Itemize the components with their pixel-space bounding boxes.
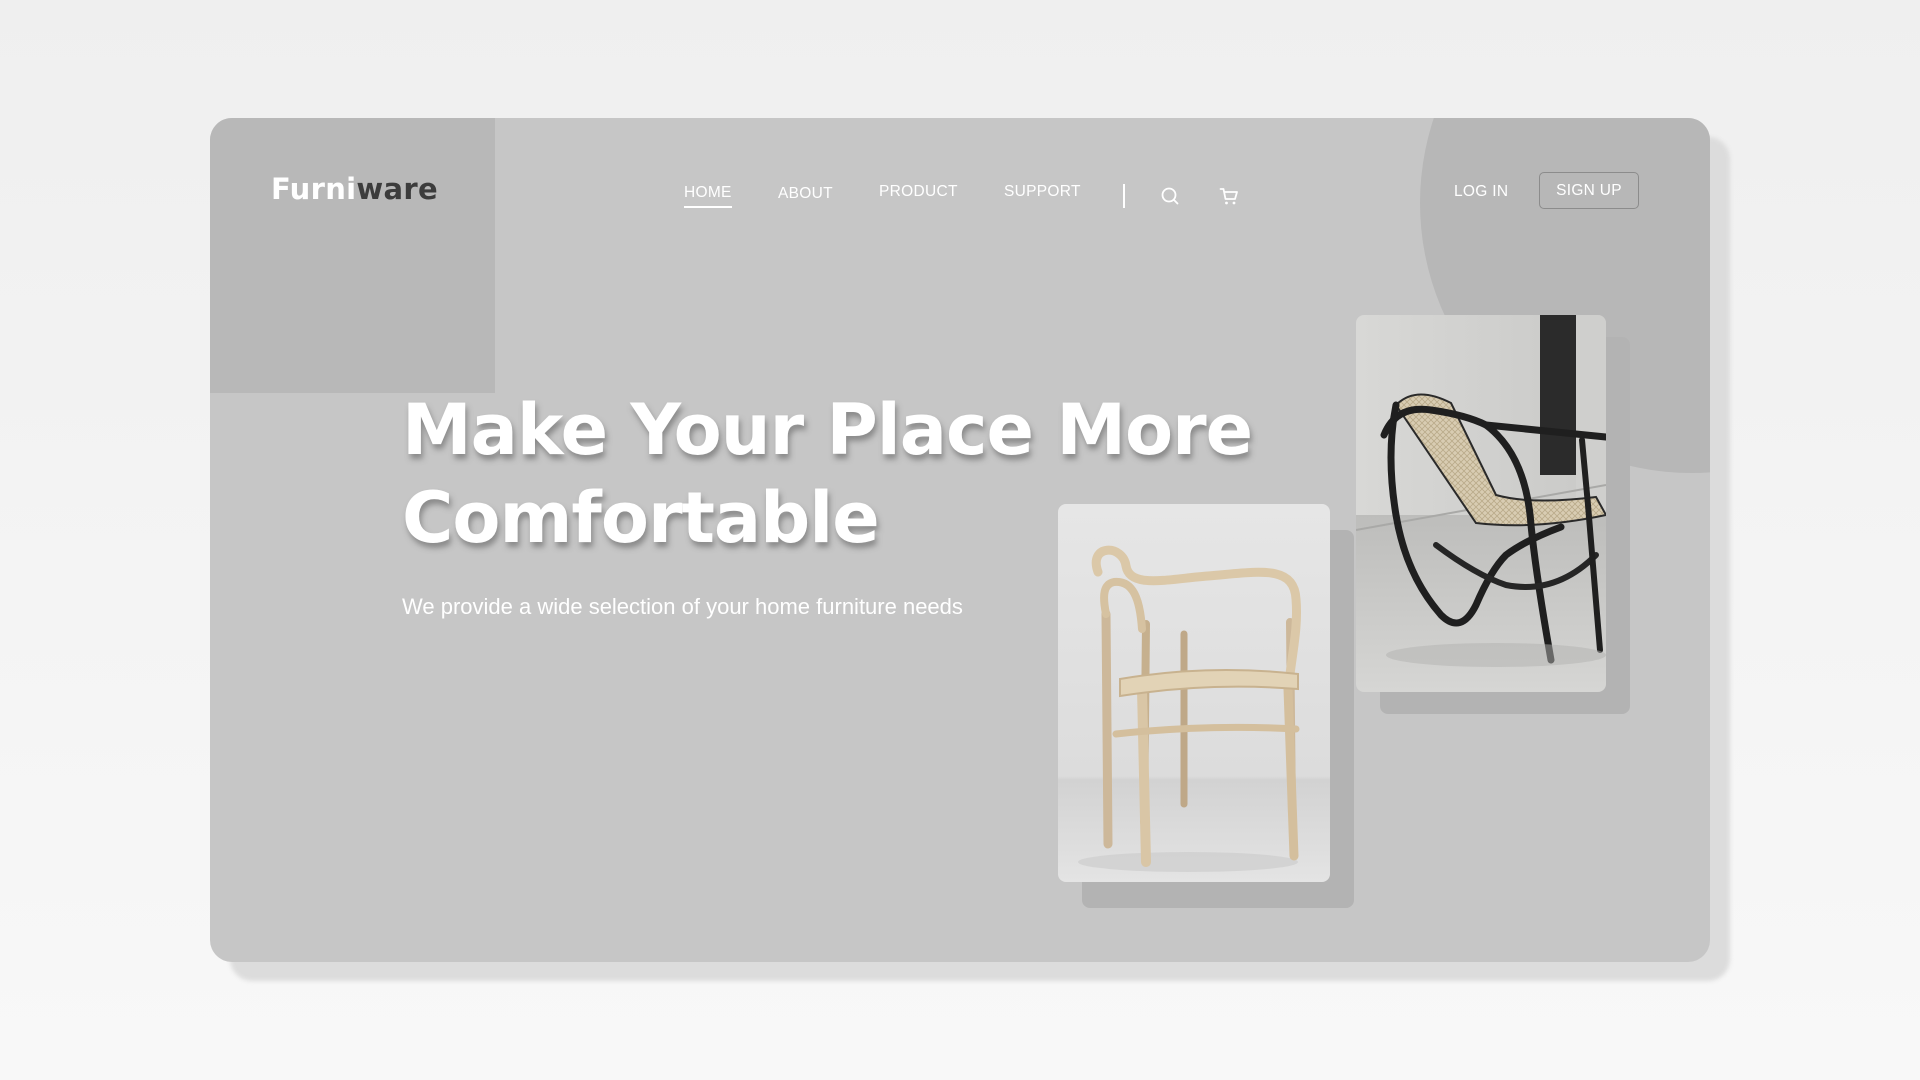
cart-icon[interactable] bbox=[1218, 185, 1240, 207]
nav-support[interactable]: SUPPORT bbox=[1004, 183, 1081, 201]
nav-active-underline bbox=[684, 206, 732, 208]
wooden-chair-photo bbox=[1058, 504, 1330, 882]
nav-about[interactable]: ABOUT bbox=[778, 185, 833, 203]
hero-title-line2: Comfortable bbox=[402, 477, 880, 559]
hero-subtitle: We provide a wide selection of your home… bbox=[402, 594, 963, 619]
corner-decoration bbox=[210, 118, 495, 393]
landing-card: Furniware HOME ABOUT PRODUCT SUPPORT LOG… bbox=[210, 118, 1710, 962]
logo-part-dark: ware bbox=[356, 172, 438, 206]
login-link[interactable]: LOG IN bbox=[1454, 183, 1508, 201]
nav-divider bbox=[1123, 184, 1125, 208]
nav-home[interactable]: HOME bbox=[684, 184, 732, 202]
search-icon[interactable] bbox=[1159, 185, 1181, 207]
logo[interactable]: Furniware bbox=[271, 172, 438, 206]
signup-button[interactable]: SIGN UP bbox=[1539, 172, 1639, 209]
logo-part-light: Furni bbox=[271, 172, 357, 206]
hero-title-line1: Make Your Place More bbox=[402, 389, 1253, 471]
rattan-chair-photo bbox=[1356, 315, 1606, 692]
nav-product[interactable]: PRODUCT bbox=[879, 183, 958, 201]
